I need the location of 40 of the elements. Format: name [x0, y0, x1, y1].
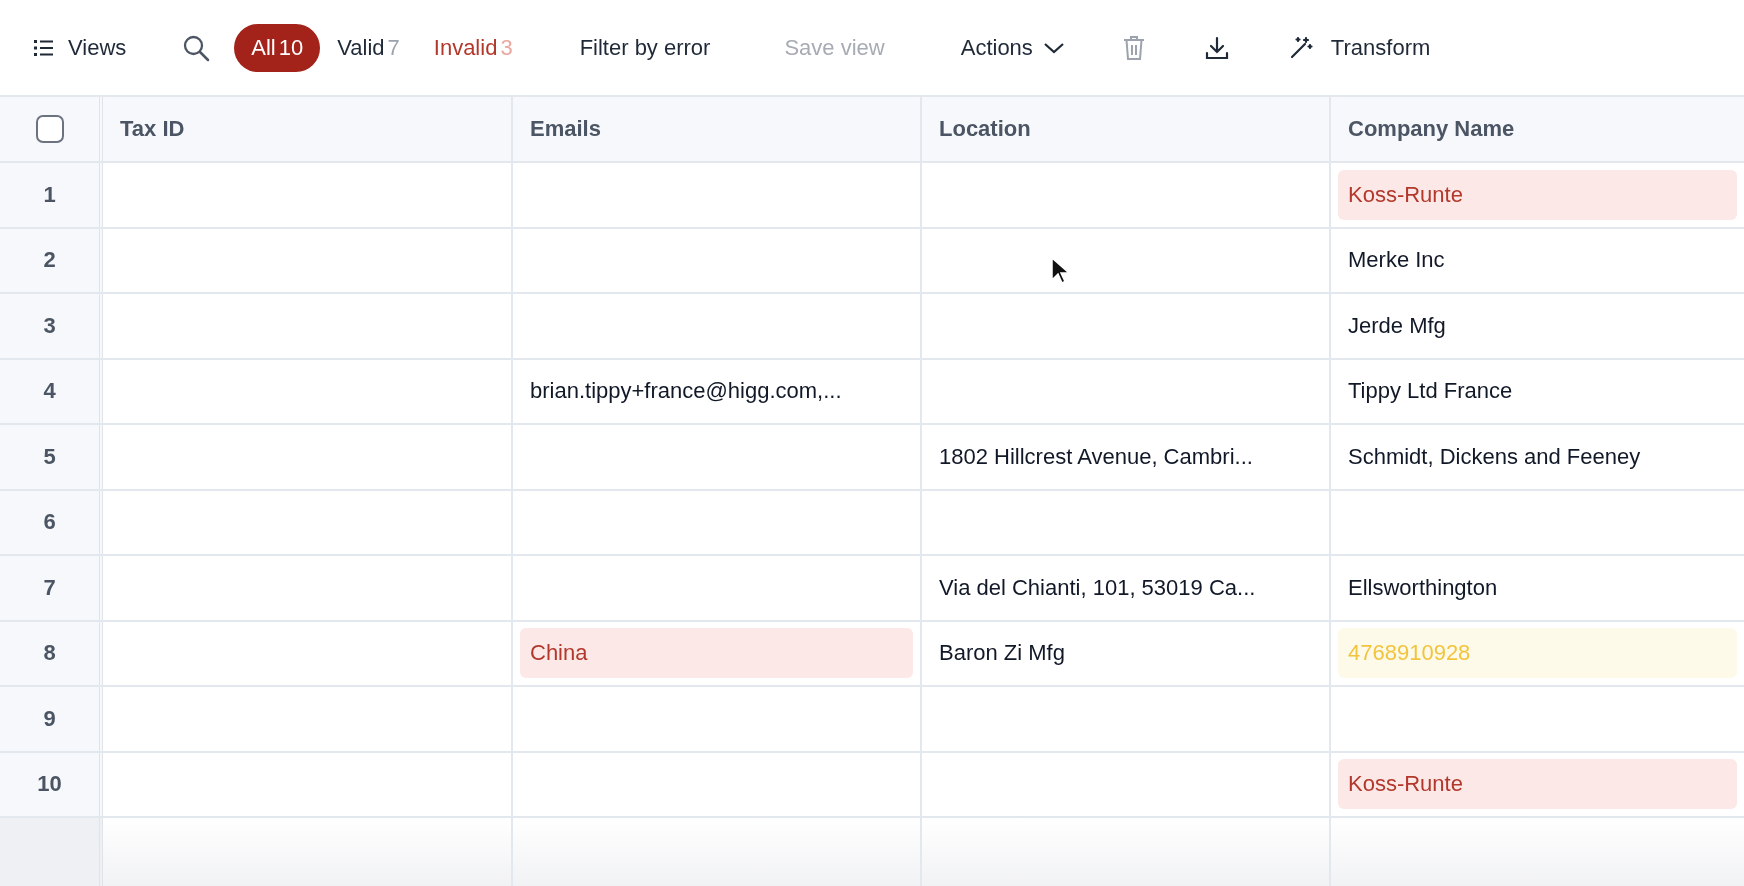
- views-button[interactable]: Views: [34, 25, 127, 70]
- table-cell-text: Via del Chianti, 101, 53019 Ca...: [938, 573, 1257, 602]
- table-cell: Koss-Runte: [1338, 759, 1737, 810]
- table-cell-text: 1802 Hillcrest Avenue, Cambri...: [938, 442, 1254, 471]
- row-number: 2: [0, 228, 103, 292]
- table-cell-text: Merke Inc: [1347, 246, 1446, 275]
- column-header[interactable]: Tax ID: [103, 97, 513, 161]
- filter-tab[interactable]: Invalid 3: [416, 23, 530, 72]
- row-number: 3: [0, 294, 103, 358]
- actions-button[interactable]: Actions: [960, 25, 1065, 70]
- table-cell-text: Baron Zi Mfg: [938, 639, 1066, 668]
- row-number: 9: [0, 687, 103, 751]
- row-number: 5: [0, 425, 103, 489]
- filter-by-error-button[interactable]: Filter by error: [579, 25, 711, 70]
- row-number: 4: [0, 359, 103, 423]
- column-header[interactable]: Emails: [513, 97, 922, 161]
- row-number: 10: [0, 752, 103, 816]
- download-icon[interactable]: [1204, 35, 1229, 60]
- table-cell-text: Schmidt, Dickens and Feeney: [1347, 442, 1642, 471]
- table-cell-text: Tippy Ltd France: [1347, 377, 1514, 406]
- table-cell-text: Ellsworthington: [1347, 573, 1499, 602]
- row-number: 1: [0, 163, 103, 227]
- select-all-checkbox[interactable]: [35, 115, 64, 143]
- column-header[interactable]: Location: [922, 97, 1331, 161]
- row-number: 8: [0, 621, 103, 685]
- table-cell-text: brian.tippy+france@higg.com,...: [529, 377, 843, 406]
- column-header[interactable]: Company Name: [1331, 97, 1744, 161]
- list-icon: [34, 38, 54, 57]
- row-number: 7: [0, 556, 103, 620]
- row-number: 6: [0, 490, 103, 554]
- table-cell: 4768910928: [1338, 628, 1737, 679]
- transform-button[interactable]: Transform: [1288, 25, 1431, 70]
- table-cell: Koss-Runte: [1338, 169, 1737, 220]
- filter-tab[interactable]: Valid 7: [320, 23, 417, 72]
- chevron-down-icon: [1042, 40, 1065, 55]
- magic-wand-icon: [1288, 35, 1313, 60]
- table-cell: China: [520, 628, 913, 679]
- filter-tab[interactable]: All 10: [234, 23, 321, 72]
- table-cell-text: Jerde Mfg: [1347, 311, 1447, 340]
- search-icon[interactable]: [182, 33, 211, 62]
